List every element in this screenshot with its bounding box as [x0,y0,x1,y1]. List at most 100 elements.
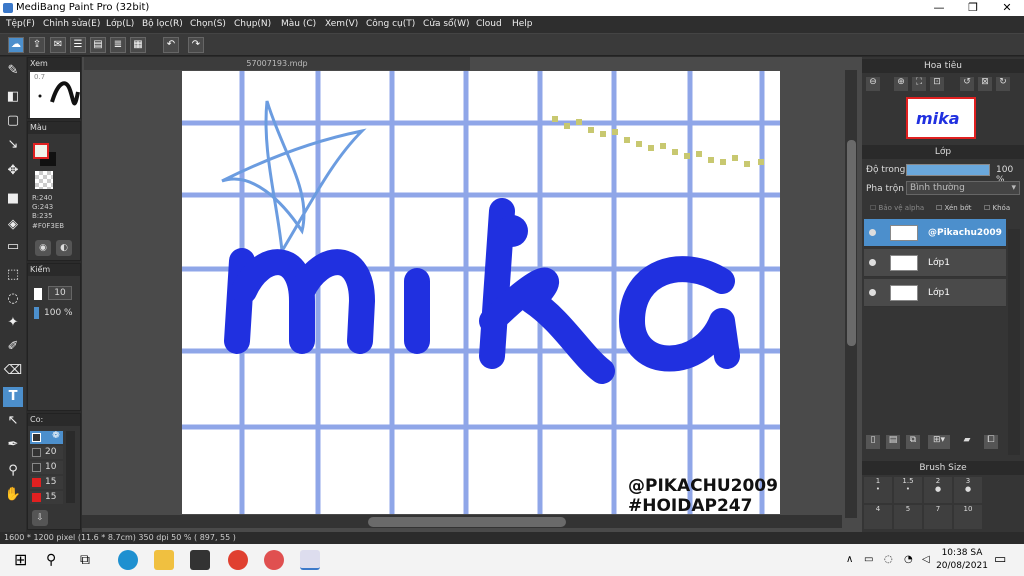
vertical-scroll-thumb[interactable] [847,140,856,346]
list-icon[interactable]: ≣ [110,37,126,53]
menu-file[interactable]: Tệp(F) [6,19,35,29]
reset-rotate-icon[interactable]: ⊠ [978,77,992,91]
brush-size-option[interactable]: 7 [924,505,952,529]
brush-size-option[interactable]: 1.5 • [894,477,922,503]
actual-size-icon[interactable]: ⊡ [930,77,944,91]
colorset-row[interactable]: 15 [30,476,63,489]
gradient-tool-icon[interactable]: ▭ [3,237,23,257]
close-button[interactable]: ✕ [990,0,1024,16]
store-icon[interactable] [190,550,210,570]
search-icon[interactable]: ⚲ [46,550,66,570]
magic-wand-icon[interactable]: ✦ [3,313,23,333]
brush-opacity-value[interactable]: 100 % [44,308,73,318]
blend-mode-select[interactable]: Bình thường ▾ [906,181,1020,195]
navigator-thumbnail[interactable]: mika [906,97,976,139]
grid-icon[interactable]: ▦ [130,37,146,53]
tray-chevron-icon[interactable]: ∧ [846,554,853,565]
menu-filter[interactable]: Bộ lọc(R) [142,19,183,29]
visibility-icon[interactable] [869,259,876,266]
menu-capture[interactable]: Chụp(N) [234,19,271,29]
zoom-out-icon[interactable]: ⊖ [866,77,880,91]
menu-window[interactable]: Cửa sổ(W) [423,19,469,29]
brush-size-option[interactable]: 1 • [864,477,892,503]
rotate-left-icon[interactable]: ↺ [960,77,974,91]
zoom-in-icon[interactable]: ⊕ [894,77,908,91]
hand-tool-icon[interactable]: ✋ [3,485,23,505]
menu-select[interactable]: Chọn(S) [190,19,226,29]
clipping-checkbox[interactable]: ☐ Xén bớt [936,204,971,212]
horizontal-scroll-thumb[interactable] [368,517,566,527]
chat-icon[interactable]: ☰ [70,37,86,53]
eyedropper-icon[interactable]: ⚲ [3,461,23,481]
colorset-row-selected[interactable]: ❁ [30,431,63,444]
brush-size-option[interactable]: 2 ● [924,477,952,503]
clock-time[interactable]: 10:38 SA [940,548,984,558]
medibang-taskbar-icon[interactable] [300,550,320,570]
menu-help[interactable]: Help [512,19,533,29]
drawing-canvas[interactable]: @PIKACHU2009 #HOIDAP247 [182,71,780,514]
brush-tool-icon[interactable]: ✎ [3,61,23,81]
copy-layer-icon[interactable]: ▤ [886,435,900,449]
move-tool-icon[interactable]: ✥ [3,161,23,181]
visibility-icon[interactable] [869,289,876,296]
text-tool-icon[interactable]: T [3,387,23,407]
battery-icon[interactable]: ▭ [864,554,873,565]
operation-tool-icon[interactable]: ↖ [3,411,23,431]
wifi-icon[interactable]: ◔ [904,554,913,565]
merge-layer-icon[interactable]: ⧉ [906,435,920,449]
brush-size-input[interactable]: 10 [48,286,72,300]
colorset-row[interactable]: 20 [30,446,63,459]
fill-rect-tool-icon[interactable]: ■ [3,189,23,209]
line-tool-icon[interactable]: ↘ [3,135,23,155]
colorset-row[interactable]: 15 [30,491,63,504]
menu-cloud[interactable]: Cloud [476,19,502,29]
menu-tools[interactable]: Công cụ(T) [366,19,415,29]
select-tool-icon[interactable]: ⬚ [3,265,23,285]
rectangle-tool-icon[interactable]: ▢ [3,111,23,131]
layer-item-selected[interactable]: @Pikachu2009 [864,219,1006,247]
menu-edit[interactable]: Chỉnh sửa(E) [43,19,100,29]
chrome-profile-icon[interactable] [264,550,284,570]
layer-opacity-slider[interactable] [906,164,990,176]
notification-icon[interactable]: ▭ [994,552,1006,567]
layer-item[interactable]: Lớp1 [864,279,1006,307]
task-view-icon[interactable]: ⧉ [80,550,100,570]
brush-size-option[interactable]: 3 ● [954,477,982,503]
new-layer-icon[interactable]: ▯ [866,435,880,449]
palette-icon[interactable]: ◉ [35,240,51,256]
menu-view[interactable]: Xem(V) [325,19,358,29]
colorset-row[interactable]: 10 [30,461,63,474]
select-eraser-icon[interactable]: ⌫ [3,361,23,381]
folder-icon[interactable]: ▰ [960,435,974,449]
eraser-tool-icon[interactable]: ◧ [3,87,23,107]
lasso-tool-icon[interactable]: ◌ [3,289,23,309]
menu-layer[interactable]: Lớp(L) [106,19,134,29]
minimize-button[interactable]: — [922,0,956,16]
layer-item[interactable]: Lớp1 [864,249,1006,277]
page-icon[interactable]: ▤ [90,37,106,53]
protect-alpha-checkbox[interactable]: ☐ Bảo vệ alpha [870,204,924,212]
primary-color-swatch[interactable] [33,143,49,159]
share-icon[interactable]: ⇪ [29,37,45,53]
maximize-button[interactable]: ❐ [956,0,990,16]
dropper-tool-icon[interactable]: ✒ [3,435,23,455]
cloud-icon[interactable]: ☁ [8,37,24,53]
undo-icon[interactable]: ↶ [163,37,179,53]
menu-color[interactable]: Màu (C) [281,19,316,29]
layer-list-scrollbar[interactable] [1008,229,1020,455]
windows-start-icon[interactable]: ⊞ [14,550,34,570]
rotate-right-icon[interactable]: ↻ [996,77,1010,91]
network-icon[interactable]: ◌ [884,554,893,565]
fit-icon[interactable]: ⛶ [912,77,926,91]
comment-icon[interactable]: ✉ [50,37,66,53]
document-tab[interactable]: 57007193.mdp [84,57,470,70]
bucket-tool-icon[interactable]: ◈ [3,215,23,235]
redo-icon[interactable]: ↷ [188,37,204,53]
brush-size-option[interactable]: 4 [864,505,892,529]
brush-size-option[interactable]: 5 [894,505,922,529]
file-explorer-icon[interactable] [154,550,174,570]
chrome-icon[interactable] [228,550,248,570]
clock-date[interactable]: 20/08/2021 [936,561,988,571]
palette-settings-icon[interactable]: ◐ [56,240,72,256]
add-layer-menu-icon[interactable]: ⊞▾ [928,435,950,449]
